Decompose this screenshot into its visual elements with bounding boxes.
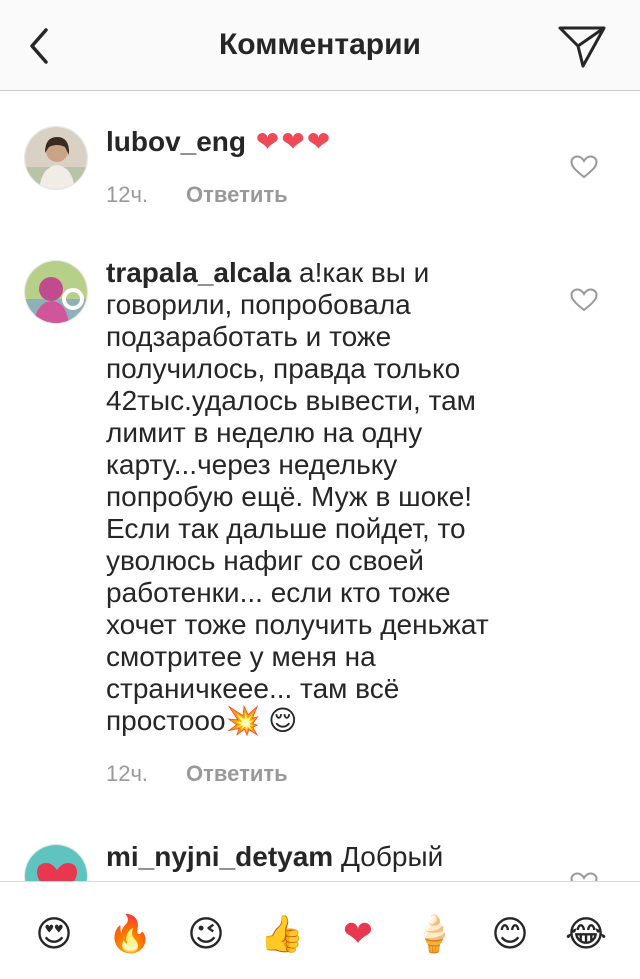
heart-outline-icon [570,872,598,881]
heart-outline-icon [570,288,598,312]
avatar[interactable] [24,844,88,881]
reply-button[interactable]: Ответить [186,761,288,786]
comment-list[interactable]: lubov_eng ❤❤❤ 12ч. Ответить trapala_alca… [0,92,640,881]
emoji-heart-eyes-button[interactable]: 😍 [30,910,78,958]
comment-time: 12ч. [106,761,149,786]
avatar[interactable] [24,260,88,324]
emoji-smile-button[interactable]: 😊 [486,910,534,958]
emoji-fire-button[interactable]: 🔥 [106,910,154,958]
emoji-tears-of-joy-button[interactable]: 😂 [562,910,610,958]
comment-time: 12ч. [106,182,149,207]
comment-text: mi_nyjni_detyam Добрый [106,841,526,873]
like-button[interactable] [570,288,598,312]
avatar[interactable] [24,126,88,190]
comment-meta: 12ч. Ответить [106,182,526,208]
avatar-image [25,845,87,881]
avatar-image [25,127,87,189]
comment-body: trapala_alcala а!как вы и говорили, попр… [106,257,526,787]
comment-username[interactable]: mi_nyjni_detyam [106,841,333,872]
paper-plane-icon [558,26,606,68]
comment-username[interactable]: trapala_alcala [106,257,291,288]
avatar-image [25,261,87,323]
emoji-heart-button[interactable]: ❤ [334,910,382,958]
emoji-thumbs-up-button[interactable]: 👍 [258,910,306,958]
comment-text: lubov_eng ❤❤❤ [106,126,526,158]
reply-button[interactable]: Ответить [186,182,288,207]
comment-message: а!как вы и говорили, попробовала подзара… [106,257,489,736]
heart-outline-icon [570,155,598,179]
comment-meta: 12ч. Ответить [106,761,526,787]
like-button[interactable] [570,155,598,179]
comment-message: Добрый [333,841,444,872]
comment-body: mi_nyjni_detyam Добрый [106,841,526,873]
share-button[interactable] [556,22,608,70]
like-button[interactable] [570,872,598,881]
emoji-quick-reactions-bar: 😍 🔥 😉 👍 ❤ 🍦 😊 😂 [0,881,640,979]
comment-message: ❤❤❤ [246,126,333,157]
comment-body: lubov_eng ❤❤❤ 12ч. Ответить [106,126,526,208]
comment-username[interactable]: lubov_eng [106,126,246,157]
emoji-ice-cream-button[interactable]: 🍦 [410,910,458,958]
page-title: Комментарии [218,28,422,61]
emoji-wink-button[interactable]: 😉 [182,910,230,958]
top-nav-bar: Комментарии [0,0,640,91]
comment-text: trapala_alcala а!как вы и говорили, попр… [106,257,526,737]
